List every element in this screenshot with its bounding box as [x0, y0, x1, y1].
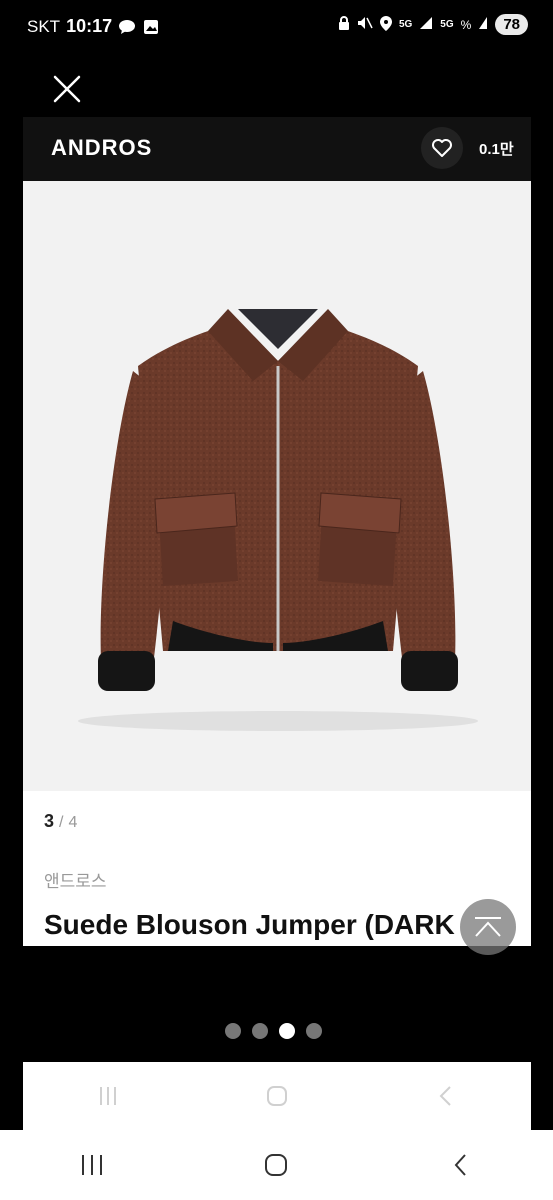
carousel-dot-active[interactable]: [279, 1023, 295, 1039]
back-icon: [454, 1154, 466, 1176]
product-image[interactable]: [23, 181, 531, 791]
heart-icon: [432, 139, 452, 157]
home-icon: [265, 1154, 288, 1176]
chat-bubble-icon: [118, 19, 136, 35]
status-bar: SKT 10:17 5G 5G % 78: [0, 0, 553, 52]
ghost-nav: [23, 1062, 531, 1130]
pager-current: 3: [44, 811, 55, 831]
like-button[interactable]: [421, 127, 463, 169]
card-header: ANDROS 0.1만: [23, 117, 531, 181]
close-icon: [53, 75, 81, 103]
back-icon: [439, 1086, 452, 1106]
brand-name: ANDROS: [51, 135, 153, 160]
recent-apps-button[interactable]: [62, 1135, 122, 1195]
clock: 10:17: [66, 16, 113, 36]
carousel-dot[interactable]: [306, 1023, 322, 1039]
scroll-top-icon: [475, 917, 501, 937]
next-card-preview: [23, 1062, 531, 1130]
brand-name-korean[interactable]: 앤드로스: [44, 867, 107, 892]
product-title: Suede Blouson Jumper (DARK: [44, 909, 455, 940]
location-icon: [379, 15, 392, 34]
status-left: SKT 10:17: [27, 16, 160, 37]
network-5g-2: 5G: [440, 19, 454, 30]
image-pager: 3 / 4: [44, 811, 77, 832]
pager-separator: /: [59, 814, 64, 831]
suede-jacket-illustration: [78, 309, 478, 731]
scroll-top-button[interactable]: [460, 899, 516, 955]
carousel-dot[interactable]: [252, 1023, 268, 1039]
gallery-icon: [142, 19, 160, 35]
battery-level: 78: [495, 14, 528, 35]
signal-percent: %: [460, 17, 472, 32]
pager-total: 4: [68, 814, 78, 831]
carrier-label: SKT: [27, 16, 61, 36]
lock-icon: [338, 16, 350, 33]
recent-apps-icon: [82, 1155, 103, 1175]
network-5g-1: 5G: [398, 19, 413, 30]
status-right: 5G 5G % 78: [338, 14, 528, 35]
system-nav-bar: [0, 1130, 553, 1200]
recent-apps-icon: [99, 1087, 116, 1105]
close-button[interactable]: [52, 74, 82, 104]
signal-icon-1: [419, 16, 433, 33]
home-button[interactable]: [246, 1135, 306, 1195]
carousel-dot[interactable]: [225, 1023, 241, 1039]
back-button[interactable]: [431, 1135, 491, 1195]
mute-icon: [357, 16, 373, 33]
like-count: 0.1만: [479, 141, 514, 158]
product-card[interactable]: ANDROS 0.1만 3 / 4 앤드로스 Suede Blouson Jum…: [23, 117, 531, 946]
carousel-dots: [225, 1023, 322, 1039]
home-icon: [266, 1086, 287, 1106]
signal-icon-2: [478, 16, 488, 33]
